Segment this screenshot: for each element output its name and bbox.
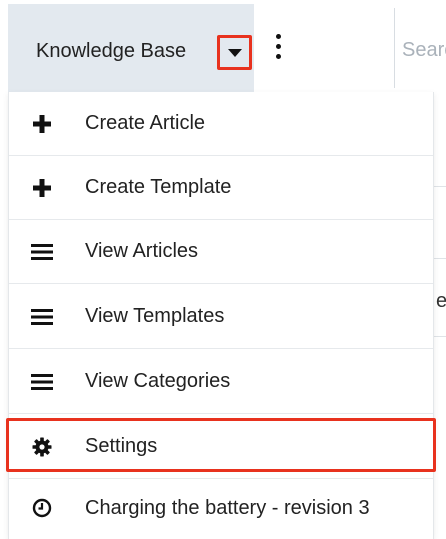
menu-item-label: Settings — [85, 435, 158, 457]
module-dropdown-toggle[interactable] — [217, 35, 252, 70]
background-divider — [434, 186, 446, 187]
plus-icon — [31, 113, 53, 135]
list-icon — [31, 241, 53, 263]
module-tab-knowledge-base[interactable]: Knowledge Base — [8, 4, 254, 92]
gear-icon — [31, 436, 53, 458]
background-divider — [434, 336, 446, 337]
menu-item-label: View Templates — [85, 305, 225, 327]
menu-item-label: View Categories — [85, 370, 231, 392]
menu-item-label: Create Article — [85, 112, 206, 134]
menu-item-view-templates[interactable]: View Templates — [9, 285, 433, 349]
menu-item-label: Charging the battery - revision 3 — [85, 496, 370, 519]
menu-item-recent-article[interactable]: Charging the battery - revision 3 — [9, 479, 433, 537]
plus-icon — [31, 177, 53, 199]
list-icon — [31, 371, 53, 393]
module-tab-label: Knowledge Base — [36, 40, 187, 62]
menu-item-view-articles[interactable]: View Articles — [9, 220, 433, 284]
menu-item-settings[interactable]: Settings — [9, 415, 433, 479]
menu-item-label: Create Template — [85, 176, 232, 198]
menu-item-view-categories[interactable]: View Categories — [9, 350, 433, 414]
module-dropdown-menu: Create Article Create Template View Arti… — [6, 92, 436, 539]
menu-item-create-template[interactable]: Create Template — [9, 156, 433, 220]
menu-item-label: View Articles — [85, 240, 199, 262]
background-partial-text: e — [436, 290, 446, 312]
clock-icon — [31, 497, 53, 519]
nav-divider — [394, 8, 395, 88]
global-search-input[interactable] — [402, 30, 446, 70]
menu-item-create-article[interactable]: Create Article — [9, 92, 433, 156]
screenshot-stage: Knowledge Base e Create Article Create T… — [0, 0, 446, 539]
list-icon — [31, 306, 53, 328]
top-navigation-bar: Knowledge Base — [0, 0, 446, 92]
background-divider — [434, 258, 446, 259]
more-options-icon[interactable] — [268, 32, 288, 62]
